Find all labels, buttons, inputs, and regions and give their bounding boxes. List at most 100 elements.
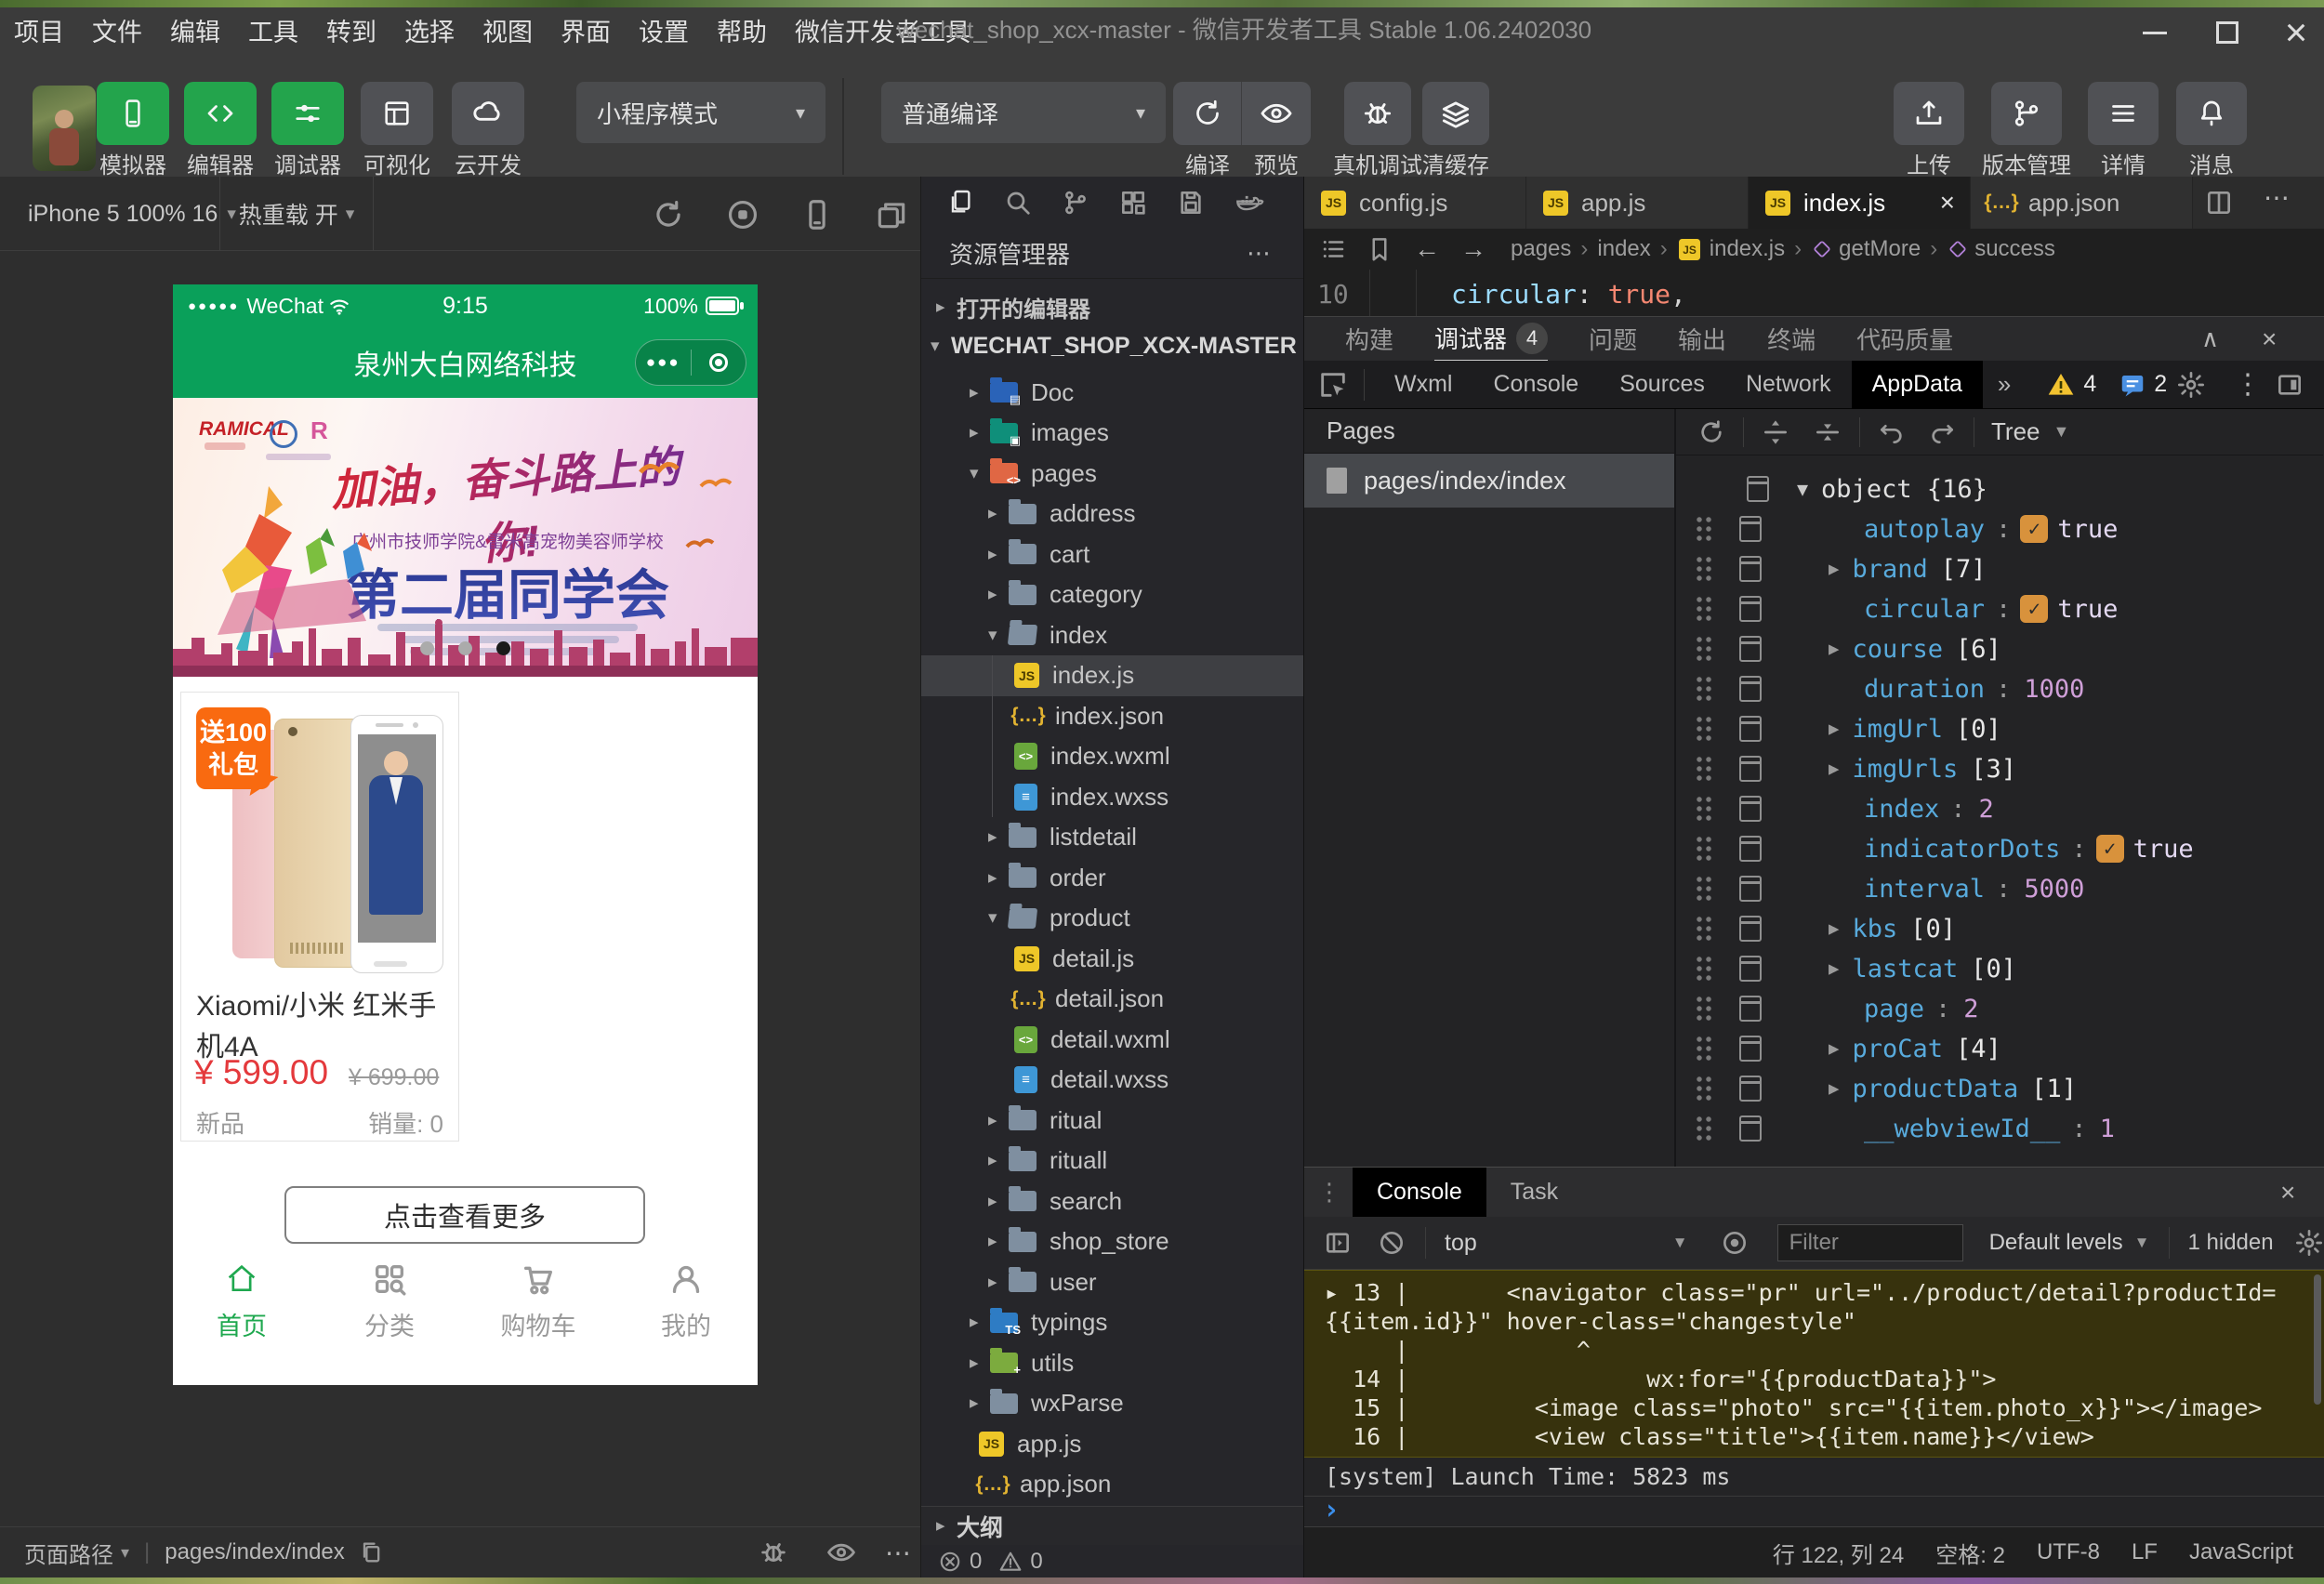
capsule-menu[interactable]: ●●● xyxy=(635,339,746,386)
page-path-label[interactable]: 页面路径 xyxy=(24,1537,113,1569)
tree-item-index.json[interactable]: {…} index.json xyxy=(921,695,1304,736)
close-panel-icon[interactable]: × xyxy=(2262,324,2277,354)
checkbox-checked-icon[interactable]: ✓ xyxy=(2020,595,2049,623)
maximize-button[interactable] xyxy=(2201,17,2253,48)
preview-button[interactable] xyxy=(1242,82,1311,145)
checkbox-checked-icon[interactable]: ✓ xyxy=(2020,515,2049,543)
toolbar-云开发-button[interactable] xyxy=(452,82,524,145)
chevron-right-icon[interactable]: ▶ xyxy=(1829,1038,1839,1059)
tree-item-index[interactable]: ▾ index xyxy=(921,614,1304,655)
chevron-right-icon[interactable]: ▶ xyxy=(1829,559,1839,579)
devtools-tab-Network[interactable]: Network xyxy=(1725,361,1852,409)
chevron-right-icon[interactable]: ▶ xyxy=(1829,759,1839,779)
tree-item-images[interactable]: ▸ ▣ images xyxy=(921,413,1304,454)
breadcrumb-item-pages[interactable]: pages xyxy=(1511,236,1571,262)
appdata-entry-lastcat[interactable]: ▶ lastcat [0] xyxy=(1676,949,2323,988)
drag-handle-icon[interactable] xyxy=(1695,675,1713,703)
debug-tab-调试器[interactable]: 调试器 4 xyxy=(1434,317,1549,362)
appdata-entry-indicatorDots[interactable]: indicatorDots: ✓ true xyxy=(1676,829,2323,868)
editor-tab-config.js[interactable]: JS config.js xyxy=(1304,177,1526,229)
drag-handle-icon[interactable] xyxy=(1695,1115,1713,1142)
tree-item-cart[interactable]: ▸ cart xyxy=(921,534,1304,574)
drag-handle-icon[interactable] xyxy=(1695,955,1713,983)
devtools-tab-Wxml[interactable]: Wxml xyxy=(1374,361,1472,409)
split-editor-icon[interactable] xyxy=(2204,188,2234,218)
breadcrumb-item-success[interactable]: success xyxy=(1947,236,2055,262)
menu-item-项目[interactable]: 项目 xyxy=(0,12,78,48)
drag-handle-icon[interactable] xyxy=(1695,715,1713,743)
tree-item-order[interactable]: ▸ order xyxy=(921,857,1304,898)
editor-tab-app.json[interactable]: {…} app.json xyxy=(1971,177,2193,229)
appdata-entry-duration[interactable]: duration:1000 xyxy=(1676,669,2323,708)
hot-reload-toggle[interactable]: 热重载 开 ▾ xyxy=(219,177,374,251)
console-close-icon[interactable]: × xyxy=(2280,1178,2295,1208)
debug-tab-输出[interactable]: 输出 xyxy=(1678,317,1726,362)
nav-back-icon[interactable]: ← xyxy=(1414,234,1440,264)
tree-item-detail.json[interactable]: {…} detail.json xyxy=(921,979,1304,1020)
toolbar-可视化-button[interactable] xyxy=(361,82,433,145)
close-tab-icon[interactable]: × xyxy=(1940,188,1955,218)
product-name[interactable]: Xiaomi/小米 红米手机4A xyxy=(196,983,458,1064)
appdata-root-row[interactable]: ▼ object {16} xyxy=(1676,469,2323,508)
devtools-warnings[interactable]: 4 xyxy=(2046,370,2096,400)
menu-item-帮助[interactable]: 帮助 xyxy=(703,12,781,48)
clear-console-icon[interactable] xyxy=(1377,1228,1406,1258)
drag-handle-icon[interactable] xyxy=(1695,835,1713,863)
drag-handle-icon[interactable]: ⋮ xyxy=(1317,1178,1341,1207)
breadcrumb-item-index[interactable]: index xyxy=(1597,236,1650,262)
appdata-entry-interval[interactable]: interval:5000 xyxy=(1676,869,2323,908)
tree-item-search[interactable]: ▸ search xyxy=(921,1181,1304,1221)
gear-icon[interactable] xyxy=(2176,370,2206,400)
menu-item-工具[interactable]: 工具 xyxy=(234,12,312,48)
tree-item-wxParse[interactable]: ▸ wxParse xyxy=(921,1383,1304,1424)
red-redo-icon[interactable] xyxy=(1927,417,1957,447)
toolbar-详情-button[interactable] xyxy=(2088,82,2159,145)
chevron-right-icon[interactable]: ▶ xyxy=(1829,639,1839,659)
files-icon[interactable] xyxy=(945,188,975,218)
toolbar-版本管理-button[interactable] xyxy=(1991,82,2062,145)
statusbar-item[interactable]: UTF-8 xyxy=(2037,1539,2100,1565)
appdata-entry-circular[interactable]: circular: ✓ true xyxy=(1676,589,2323,628)
levels-selector[interactable]: Default levels xyxy=(1989,1230,2123,1256)
tree-item-app.js[interactable]: JS app.js xyxy=(921,1423,1304,1464)
search-icon[interactable] xyxy=(1003,188,1033,218)
remote-debug-button[interactable] xyxy=(1344,82,1411,145)
product-card[interactable]: 送100 礼包 Xiaomi/小米 红米手机4A ¥ 599.00 ¥ 699.… xyxy=(180,692,459,1142)
sim-windows-icon[interactable] xyxy=(874,197,909,232)
drag-handle-icon[interactable] xyxy=(1695,555,1713,583)
live-eye-icon[interactable] xyxy=(1720,1228,1750,1258)
close-button[interactable]: × xyxy=(2270,13,2322,52)
compile-dropdown[interactable]: 普通编译 ▾ xyxy=(881,82,1166,143)
devtools-tab-AppData[interactable]: AppData xyxy=(1851,360,1983,409)
bookmark-icon[interactable] xyxy=(1366,235,1393,263)
menu-item-设置[interactable]: 设置 xyxy=(625,12,703,48)
drag-handle-icon[interactable] xyxy=(1695,875,1713,903)
filter-input[interactable]: Filter xyxy=(1776,1224,1963,1261)
pages-selected-item[interactable]: pages/index/index xyxy=(1304,454,1674,508)
breadcrumb-item-getMore[interactable]: getMore xyxy=(1811,236,1921,262)
more-dots-icon[interactable]: ●●● xyxy=(636,353,691,372)
menu-item-界面[interactable]: 界面 xyxy=(547,12,625,48)
kebab-menu-icon[interactable]: ⋮ xyxy=(2234,368,2262,401)
project-root-section[interactable]: ▾ WECHAT_SHOP_XCX-MASTER xyxy=(921,325,1304,366)
tree-item-index.wxml[interactable]: <> index.wxml xyxy=(921,736,1304,777)
sim-phone-icon[interactable] xyxy=(799,197,835,232)
debug-tab-代码质量[interactable]: 代码质量 xyxy=(1856,317,1953,362)
tree-item-category[interactable]: ▸ category xyxy=(921,574,1304,615)
tree-item-ritual[interactable]: ▸ ritual xyxy=(921,1100,1304,1141)
menu-item-转到[interactable]: 转到 xyxy=(312,12,390,48)
appdata-entry-productData[interactable]: ▶ productData [1] xyxy=(1676,1069,2323,1108)
editor-more-icon[interactable]: ⋯ xyxy=(2264,182,2291,213)
tree-item-detail.wxml[interactable]: <> detail.wxml xyxy=(921,1019,1304,1060)
sim-refresh-icon[interactable] xyxy=(651,197,686,232)
home-banner-carousel[interactable]: RAMICAL R 加油，奋斗路上的你! 广州市技师学院&雷米高宠物美容师学校 … xyxy=(173,398,758,677)
tree-item-utils[interactable]: ▸ + utils xyxy=(921,1342,1304,1383)
tree-item-pages[interactable]: ▾ <> pages xyxy=(921,453,1304,494)
drag-handle-icon[interactable] xyxy=(1695,755,1713,783)
tree-item-user[interactable]: ▸ user xyxy=(921,1261,1304,1302)
menu-item-选择[interactable]: 选择 xyxy=(390,12,469,48)
console-prompt[interactable]: › xyxy=(1304,1497,2324,1527)
appdata-entry-brand[interactable]: ▶ brand [7] xyxy=(1676,549,2323,588)
context-selector[interactable]: top xyxy=(1445,1230,1477,1257)
drag-handle-icon[interactable] xyxy=(1695,1075,1713,1102)
